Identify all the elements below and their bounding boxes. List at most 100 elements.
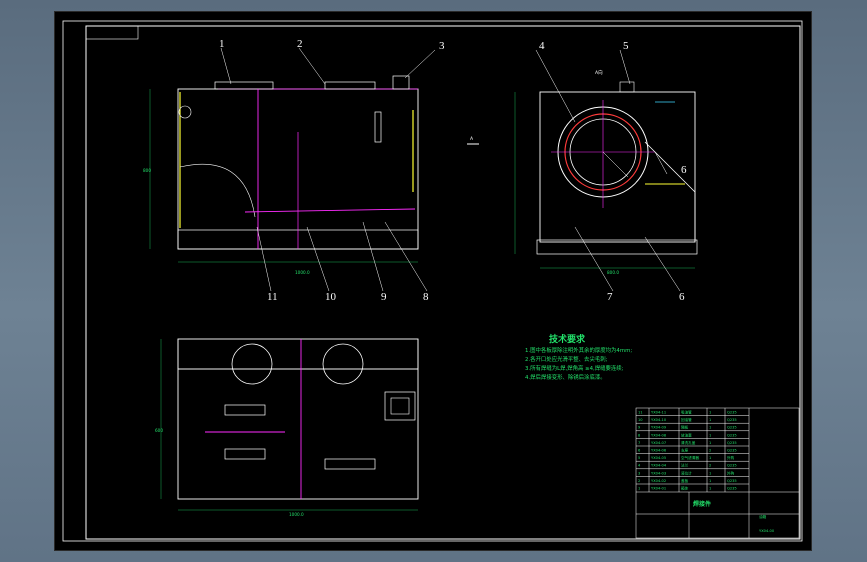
parts-cell: Q235 xyxy=(727,487,737,491)
balloon-labels: 1 2 3 4 5 6 6 7 8 9 10 11 xyxy=(219,38,687,303)
balloon-7: 7 xyxy=(607,291,613,303)
balloon-2: 2 xyxy=(297,38,303,50)
parts-cell: Q235 xyxy=(727,441,737,445)
parts-cell: YX04-03 xyxy=(651,471,666,475)
parts-cell: 隔板 xyxy=(681,425,689,430)
parts-cell: Q235 xyxy=(727,411,737,415)
parts-cell: 2 xyxy=(709,464,711,468)
parts-cell: 回油管 xyxy=(681,417,692,422)
breather-flange xyxy=(384,391,416,421)
parts-cell: 4 xyxy=(638,464,641,468)
tech-title: 技术要求 xyxy=(549,333,586,345)
balloon-5: 5 xyxy=(623,40,629,52)
balloon-4: 4 xyxy=(539,40,545,52)
parts-cell: 1 xyxy=(709,479,711,483)
parts-cell: Q235 xyxy=(727,479,737,483)
corner-box xyxy=(85,25,139,40)
top-tank-body xyxy=(177,338,419,500)
parts-cell: 6 xyxy=(638,449,641,453)
balloon-9: 9 xyxy=(381,291,387,303)
parts-cell: 8 xyxy=(638,433,641,437)
balloon-8: 8 xyxy=(423,291,429,303)
parts-cell: 1 xyxy=(709,418,711,422)
balloon-3: 3 xyxy=(439,40,445,52)
parts-cell: 1 xyxy=(709,426,711,430)
parts-cell: YX04-06 xyxy=(651,449,667,453)
parts-title: 焊接件 xyxy=(693,500,711,508)
parts-cell: 放油塞 xyxy=(681,432,692,437)
balloon-10: 10 xyxy=(325,291,337,303)
parts-cell: 1 xyxy=(709,411,711,415)
air-breather xyxy=(392,75,410,90)
parts-cell: YX04-04 xyxy=(651,464,667,468)
balloon-11: 11 xyxy=(267,291,278,303)
parts-cell: 盖板 xyxy=(681,478,689,483)
parts-cell: 吸油管 xyxy=(681,410,692,415)
parts-cell: Q235 xyxy=(727,464,737,468)
parts-cell: YX04-01 xyxy=(651,487,666,491)
parts-cell: 外购 xyxy=(727,470,735,475)
parts-cell: 5 xyxy=(638,456,640,460)
front-view: 1000.0 800 xyxy=(143,75,419,275)
parts-cell: Q235 xyxy=(727,426,737,430)
parts-cell: 1 xyxy=(709,441,711,445)
parts-cell: 9 xyxy=(638,426,641,430)
outer-frame xyxy=(62,20,803,542)
parts-cell: 11 xyxy=(638,411,643,415)
parts-cell: YX04-05 xyxy=(651,456,666,460)
side-view: 800.0 A向 xyxy=(514,69,698,275)
parts-cell: 2 xyxy=(709,449,711,453)
side-tank-body xyxy=(539,91,696,243)
parts-cell: YX04-11 xyxy=(651,411,666,415)
balloon-6-lower: 6 xyxy=(679,291,685,303)
parts-cell: YX04-02 xyxy=(651,479,666,483)
front-overall-dim: 1000.0 xyxy=(295,270,310,275)
parts-cell: 支座 xyxy=(681,448,689,453)
parts-cell: 7 xyxy=(638,441,640,445)
parts-cell: 1 xyxy=(709,456,711,460)
parts-cell: 1 xyxy=(638,487,640,491)
inner-frame xyxy=(85,25,801,540)
tech-requirements: 技术要求 1.图中各板厚除注明外其余的厚度均为4mm; 2.各开口处应光滑平整、… xyxy=(525,333,632,381)
side-overall-dim: 800.0 xyxy=(607,270,619,275)
parts-cell: Q235 xyxy=(727,449,737,453)
tech-line-2: 2.各开口处应光滑平整、去尖毛刺; xyxy=(525,355,608,363)
tech-line-4: 4.焊后焊接变形、除锈后涂底漆。 xyxy=(525,373,606,381)
side-view-mark: A向 xyxy=(595,69,603,76)
parts-cell: 1 xyxy=(709,433,711,437)
front-height-dim: 800 xyxy=(143,168,151,173)
parts-cell: 液位计 xyxy=(681,470,692,475)
parts-cell: Q235 xyxy=(727,433,737,437)
parts-cell: Q235 xyxy=(727,418,737,422)
top-overall-dim: 1000.0 xyxy=(289,512,304,517)
parts-cell: 2 xyxy=(638,479,640,483)
parts-list: 11 YX04-11 吸油管 1 Q23510 YX04-10 回油管 1 Q2359 YX04-… xyxy=(638,410,737,491)
parts-cell: YX04-09 xyxy=(651,426,667,430)
cad-viewport[interactable]: 1000.0 800 800.0 A向 A 1000.0 600 1 2 3 4… xyxy=(54,11,812,551)
cover-plate xyxy=(324,81,376,90)
parts-cell: 3 xyxy=(638,471,640,475)
filler-cap xyxy=(214,81,274,90)
parts-cell: YX04-07 xyxy=(651,441,666,445)
drawing-number: YX04-00 xyxy=(759,529,775,533)
balloon-6-upper: 6 xyxy=(681,164,687,176)
cad-drawing: 1000.0 800 800.0 A向 A 1000.0 600 1 2 3 4… xyxy=(62,20,803,542)
parts-cell: YX04-08 xyxy=(651,433,667,437)
balloon-1: 1 xyxy=(219,38,225,50)
parts-cell: 10 xyxy=(638,418,643,422)
section-letter: A xyxy=(470,136,474,142)
parts-cell: 箱体 xyxy=(681,486,689,491)
material-note: 油箱 xyxy=(759,514,767,519)
leader-lines xyxy=(220,47,681,292)
section-marker: A xyxy=(467,136,479,145)
parts-cell: 空气滤清器 xyxy=(681,455,699,460)
parts-cell: YX04-10 xyxy=(651,418,667,422)
parts-cell: 1 xyxy=(709,471,711,475)
top-depth-dim: 600 xyxy=(155,428,163,433)
parts-cell: 法兰 xyxy=(681,463,689,468)
parts-cell: 1 xyxy=(709,487,711,491)
parts-cell: 外购 xyxy=(727,455,735,460)
top-view: 1000.0 600 xyxy=(155,338,419,517)
tech-line-1: 1.图中各板厚除注明外其余的厚度均为4mm; xyxy=(525,346,632,354)
tech-line-3: 3.所有焊缝为L焊,焊角高 ≥4,焊缝要连续; xyxy=(525,364,624,372)
